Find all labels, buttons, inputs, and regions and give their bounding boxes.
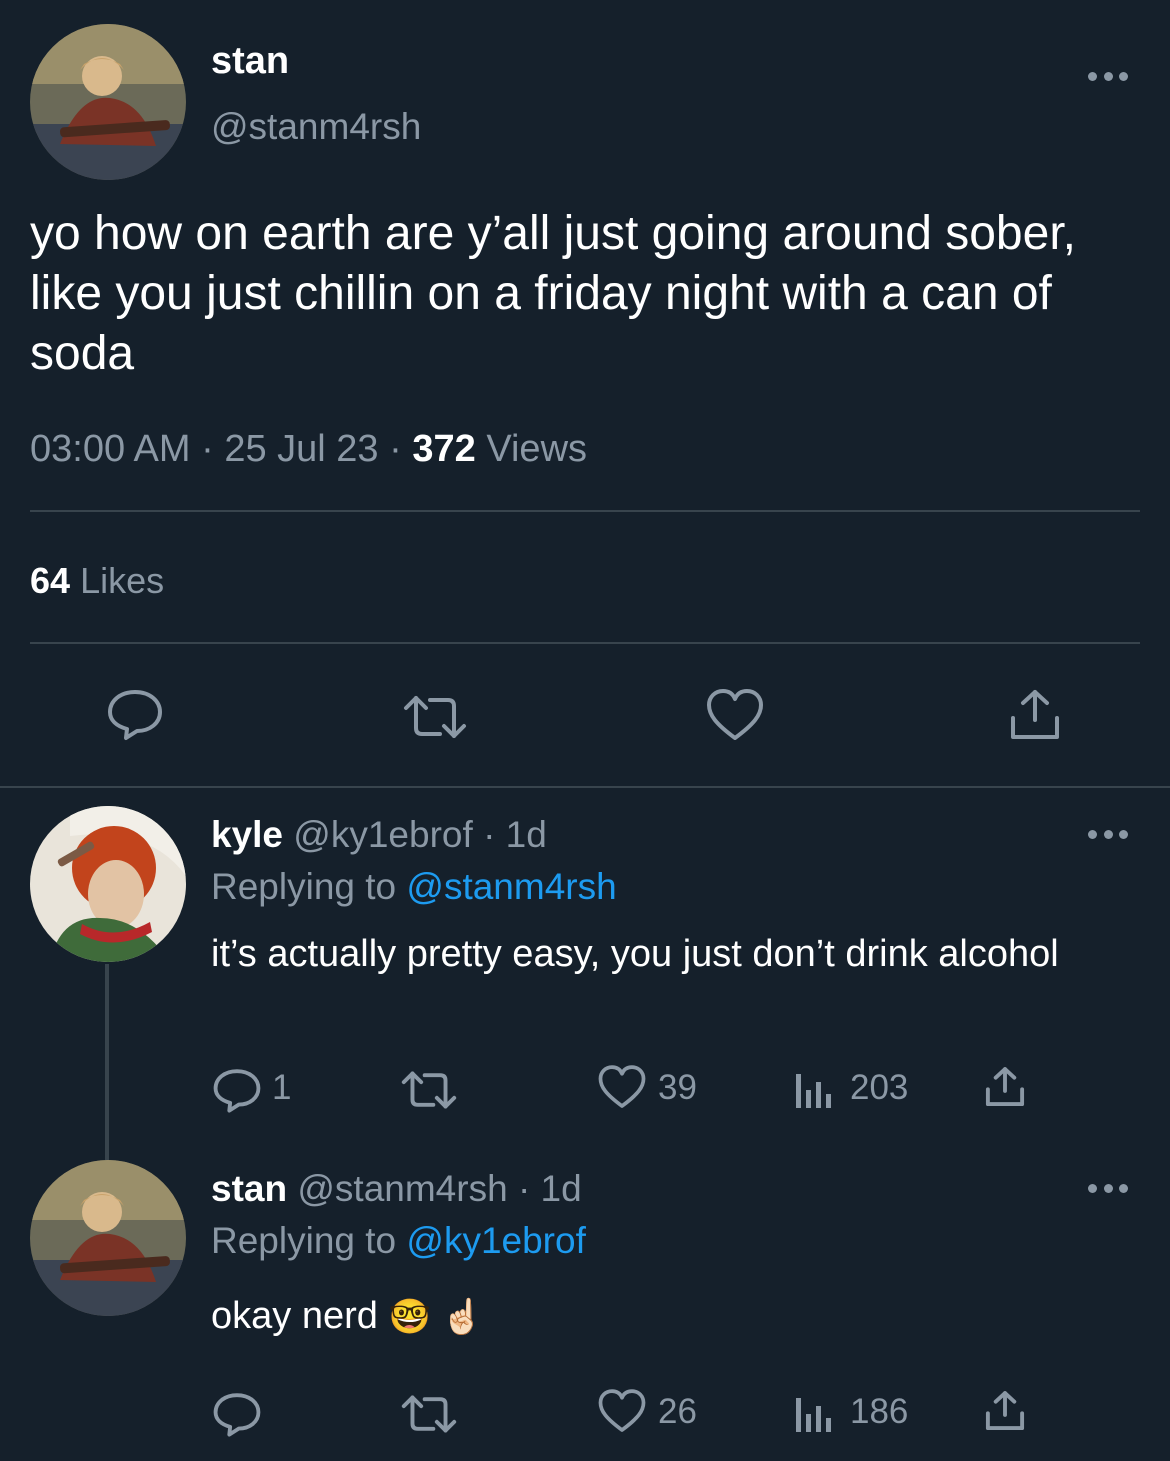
reply-icon[interactable]	[212, 1390, 262, 1438]
nerd-face-emoji: 🤓	[388, 1298, 431, 1336]
author-handle[interactable]: @ky1ebrof	[293, 814, 472, 855]
reply-text: it’s actually pretty easy, you just don’…	[211, 933, 1059, 975]
reply-count: 1	[272, 1068, 292, 1107]
author-handle[interactable]: @stanm4rsh	[211, 106, 421, 148]
heart-icon[interactable]	[598, 1388, 646, 1434]
share-icon[interactable]	[984, 1066, 1026, 1108]
replying-prefix: Replying to	[211, 866, 397, 907]
reply-text: okay nerd	[211, 1295, 378, 1337]
view-count: 203	[850, 1068, 909, 1107]
author-name[interactable]: stan	[211, 40, 289, 83]
views-chart-icon[interactable]	[794, 1068, 834, 1108]
author-handle[interactable]: @stanm4rsh	[297, 1168, 507, 1209]
likes-label: Likes	[80, 560, 165, 601]
reply-age: · 1d	[517, 1168, 582, 1209]
share-icon[interactable]	[984, 1390, 1026, 1432]
reply-header: kyle @ky1ebrof · 1d	[211, 814, 547, 856]
pointing-up-emoji: ☝🏻	[441, 1298, 484, 1336]
reply-age: · 1d	[483, 814, 547, 855]
like-count: 26	[658, 1392, 697, 1431]
reply-header: stan @stanm4rsh · 1d	[211, 1168, 582, 1210]
avatar[interactable]	[30, 24, 186, 180]
replying-prefix: Replying to	[211, 1220, 397, 1261]
more-options-icon[interactable]	[1088, 828, 1128, 840]
more-options-icon[interactable]	[1088, 1182, 1128, 1194]
avatar[interactable]	[30, 1160, 186, 1316]
replying-to: Replying to @stanm4rsh	[211, 866, 617, 908]
divider	[30, 510, 1140, 512]
section-divider	[0, 786, 1170, 788]
like-count: 39	[658, 1068, 697, 1107]
replying-to: Replying to @ky1ebrof	[211, 1220, 586, 1262]
retweet-icon[interactable]	[400, 1070, 458, 1110]
tweet-text: yo how on earth are y’all just going aro…	[30, 207, 1076, 380]
likes-count: 64	[30, 560, 71, 601]
author-name[interactable]: stan	[211, 1168, 287, 1209]
reply-icon[interactable]	[106, 686, 164, 742]
heart-icon[interactable]	[598, 1064, 646, 1110]
views-label: Views	[486, 428, 588, 470]
more-options-icon[interactable]	[1088, 70, 1128, 82]
divider	[30, 642, 1140, 644]
views-chart-icon[interactable]	[794, 1392, 834, 1432]
avatar[interactable]	[30, 806, 186, 962]
share-icon[interactable]	[1008, 688, 1062, 742]
views-count: 372	[412, 428, 476, 470]
author-name[interactable]: kyle	[211, 814, 283, 855]
reply-text-row: okay nerd 🤓 ☝🏻	[211, 1292, 484, 1341]
view-count: 186	[850, 1392, 909, 1431]
reply-icon[interactable]	[212, 1066, 262, 1114]
retweet-icon[interactable]	[400, 1394, 458, 1434]
tweet-time: 03:00 AM	[30, 428, 191, 470]
heart-icon[interactable]	[706, 688, 764, 742]
thread-line	[105, 964, 109, 1160]
replying-to-link[interactable]: @ky1ebrof	[406, 1220, 585, 1261]
likes-stat[interactable]: 64 Likes	[30, 560, 164, 602]
tweet-meta: 03:00 AM · 25 Jul 23 · 372 Views	[30, 428, 588, 470]
retweet-icon[interactable]	[402, 694, 468, 740]
replying-to-link[interactable]: @stanm4rsh	[406, 866, 616, 907]
tweet-date: 25 Jul 23	[224, 428, 379, 470]
